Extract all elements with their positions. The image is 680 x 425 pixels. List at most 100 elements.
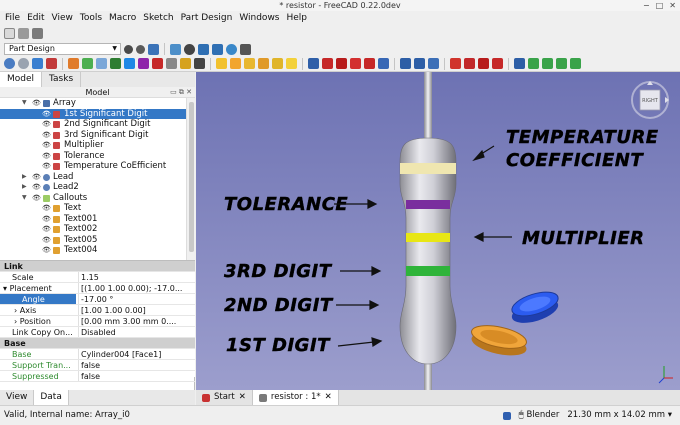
redo-icon[interactable] bbox=[18, 58, 29, 69]
property-group-base[interactable]: Base bbox=[0, 338, 195, 349]
refresh-icon[interactable] bbox=[32, 58, 43, 69]
local-cs-icon[interactable] bbox=[194, 58, 205, 69]
navcube-face-label[interactable]: RIGHT bbox=[642, 98, 659, 104]
panel-dock-icons[interactable]: ▭ ⧉ ✕ bbox=[170, 87, 192, 98]
subtractive-primitive-icon[interactable] bbox=[378, 58, 389, 69]
shape-binder-icon[interactable] bbox=[110, 58, 121, 69]
visibility-eye-icon[interactable]: 👁 bbox=[42, 119, 51, 130]
upper-lead[interactable] bbox=[424, 72, 432, 144]
property-value[interactable]: Disabled bbox=[78, 327, 195, 337]
chevron-right-icon[interactable]: ▶ bbox=[22, 182, 27, 193]
tree-item-lead[interactable]: ▶ 👁 Lead bbox=[0, 172, 186, 183]
menu-tools[interactable]: Tools bbox=[79, 13, 103, 23]
fit-all-icon[interactable] bbox=[124, 44, 133, 54]
loft-icon[interactable] bbox=[244, 58, 255, 69]
draft-icon[interactable] bbox=[478, 58, 489, 69]
visibility-eye-icon[interactable]: 👁 bbox=[42, 203, 51, 214]
tab-tasks[interactable]: Tasks bbox=[42, 72, 82, 87]
subtractive-pipe-icon[interactable] bbox=[364, 58, 375, 69]
tab-view[interactable]: View bbox=[0, 390, 35, 405]
menu-help[interactable]: Help bbox=[286, 13, 309, 23]
tree-item-temperature-coefficient[interactable]: 👁 Temperature CoEfficient bbox=[0, 161, 186, 172]
whats-this-icon[interactable] bbox=[46, 58, 57, 69]
property-row-base[interactable]: Base Cylinder004 [Face1] bbox=[0, 349, 195, 360]
visibility-eye-icon[interactable]: 👁 bbox=[32, 172, 41, 183]
new-document-icon[interactable] bbox=[4, 27, 15, 39]
tree-item-tolerance[interactable]: 👁 Tolerance bbox=[0, 151, 186, 162]
menu-windows[interactable]: Windows bbox=[238, 13, 280, 23]
tab-data[interactable]: Data bbox=[34, 390, 69, 405]
tree-item-2nd-significant-digit[interactable]: 👁 2nd Significant Digit bbox=[0, 119, 186, 130]
draw-style-icon[interactable] bbox=[148, 43, 159, 55]
chevron-down-icon[interactable]: ▾ bbox=[3, 284, 7, 293]
visibility-eye-icon[interactable]: 👁 bbox=[42, 161, 51, 172]
property-row-angle[interactable]: Angle -17.00 ° bbox=[0, 294, 195, 305]
tree-item-array[interactable]: ▼ 👁 Array bbox=[0, 98, 186, 109]
linear-pattern-icon[interactable] bbox=[414, 58, 425, 69]
chevron-down-icon[interactable]: ▼ bbox=[22, 98, 27, 109]
callout-temperature-line2[interactable]: COEFFICIENT bbox=[506, 150, 644, 171]
tolerance-band[interactable] bbox=[406, 200, 450, 209]
hole-icon[interactable] bbox=[322, 58, 333, 69]
visibility-eye-icon[interactable]: 👁 bbox=[42, 151, 51, 162]
callout-first-digit[interactable]: 1ST DIGIT bbox=[226, 335, 331, 356]
property-value[interactable]: [1.00 1.00 0.00] bbox=[78, 305, 195, 315]
visibility-eye-icon[interactable]: 👁 bbox=[42, 109, 51, 120]
tree-item-text004[interactable]: 👁 Text004 bbox=[0, 245, 186, 256]
property-row-position[interactable]: › Position [0.00 mm 3.00 mm 0.... bbox=[0, 316, 195, 327]
second-digit-ring[interactable] bbox=[509, 287, 561, 327]
visibility-eye-icon[interactable]: 👁 bbox=[32, 98, 41, 109]
boolean-icon[interactable] bbox=[514, 58, 525, 69]
tree-item-lead2[interactable]: ▶ 👁 Lead2 bbox=[0, 182, 186, 193]
visibility-eye-icon[interactable]: 👁 bbox=[32, 182, 41, 193]
navigation-cube[interactable]: RIGHT bbox=[630, 80, 670, 120]
multiplier-band[interactable] bbox=[406, 233, 450, 242]
property-row-link-copy-on-change[interactable]: Link Copy On... Disabled bbox=[0, 327, 195, 338]
tree-scrollbar[interactable] bbox=[186, 98, 195, 260]
tab-model[interactable]: Model bbox=[0, 72, 43, 87]
validate-sketch-icon[interactable] bbox=[96, 58, 107, 69]
additive-primitive-icon[interactable] bbox=[286, 58, 297, 69]
first-digit-ring[interactable] bbox=[470, 321, 529, 359]
tree-item-3rd-significant-digit[interactable]: 👁 3rd Significant Digit bbox=[0, 130, 186, 141]
tree-item-text005[interactable]: 👁 Text005 bbox=[0, 235, 186, 246]
chevron-right-icon[interactable]: ▶ bbox=[22, 172, 27, 183]
property-group-link[interactable]: Link bbox=[0, 261, 195, 272]
pipe-icon[interactable] bbox=[258, 58, 269, 69]
clone-icon[interactable] bbox=[138, 58, 149, 69]
datum-plane-icon[interactable] bbox=[180, 58, 191, 69]
thickness-icon[interactable] bbox=[492, 58, 503, 69]
workbench-selector[interactable]: Part Design ▼ bbox=[4, 43, 121, 55]
property-row-scale[interactable]: Scale 1.15 bbox=[0, 272, 195, 283]
menu-file[interactable]: File bbox=[4, 13, 21, 23]
visibility-eye-icon[interactable]: 👁 bbox=[42, 245, 51, 256]
tree-item-callouts[interactable]: ▼ 👁 Callouts bbox=[0, 193, 186, 204]
undo-icon[interactable] bbox=[4, 58, 15, 69]
mirrored-icon[interactable] bbox=[400, 58, 411, 69]
tree-item-1st-significant-digit[interactable]: 👁 1st Significant Digit bbox=[0, 108, 186, 120]
menu-view[interactable]: View bbox=[51, 13, 74, 23]
macro-1-icon[interactable] bbox=[528, 58, 539, 69]
tree-item-text002[interactable]: 👁 Text002 bbox=[0, 224, 186, 235]
create-sketch-icon[interactable] bbox=[82, 58, 93, 69]
create-body-icon[interactable] bbox=[68, 58, 79, 69]
scrollbar-thumb[interactable] bbox=[189, 102, 194, 252]
visibility-eye-icon[interactable]: 👁 bbox=[32, 193, 41, 204]
fit-selection-icon[interactable] bbox=[136, 44, 145, 54]
visibility-eye-icon[interactable]: 👁 bbox=[42, 130, 51, 141]
tree-item-multiplier[interactable]: 👁 Multiplier bbox=[0, 140, 186, 151]
visibility-eye-icon[interactable]: 👁 bbox=[42, 235, 51, 246]
property-value[interactable]: 1.15 bbox=[78, 272, 195, 282]
visibility-eye-icon[interactable]: 👁 bbox=[42, 214, 51, 225]
view-menu-icon[interactable] bbox=[212, 43, 223, 55]
maximize-button[interactable]: □ bbox=[656, 0, 664, 11]
menu-sketch[interactable]: Sketch bbox=[142, 13, 174, 23]
datum-point-icon[interactable] bbox=[152, 58, 163, 69]
bounding-box-icon[interactable] bbox=[184, 43, 195, 55]
visibility-eye-icon[interactable]: 👁 bbox=[42, 224, 51, 235]
callout-temperature-line1[interactable]: TEMPERATURE bbox=[506, 127, 659, 148]
menu-part-design[interactable]: Part Design bbox=[180, 13, 234, 23]
property-value[interactable]: Cylinder004 [Face1] bbox=[78, 349, 195, 359]
property-value[interactable]: false bbox=[78, 371, 195, 381]
chevron-down-icon[interactable]: ▼ bbox=[22, 193, 27, 204]
